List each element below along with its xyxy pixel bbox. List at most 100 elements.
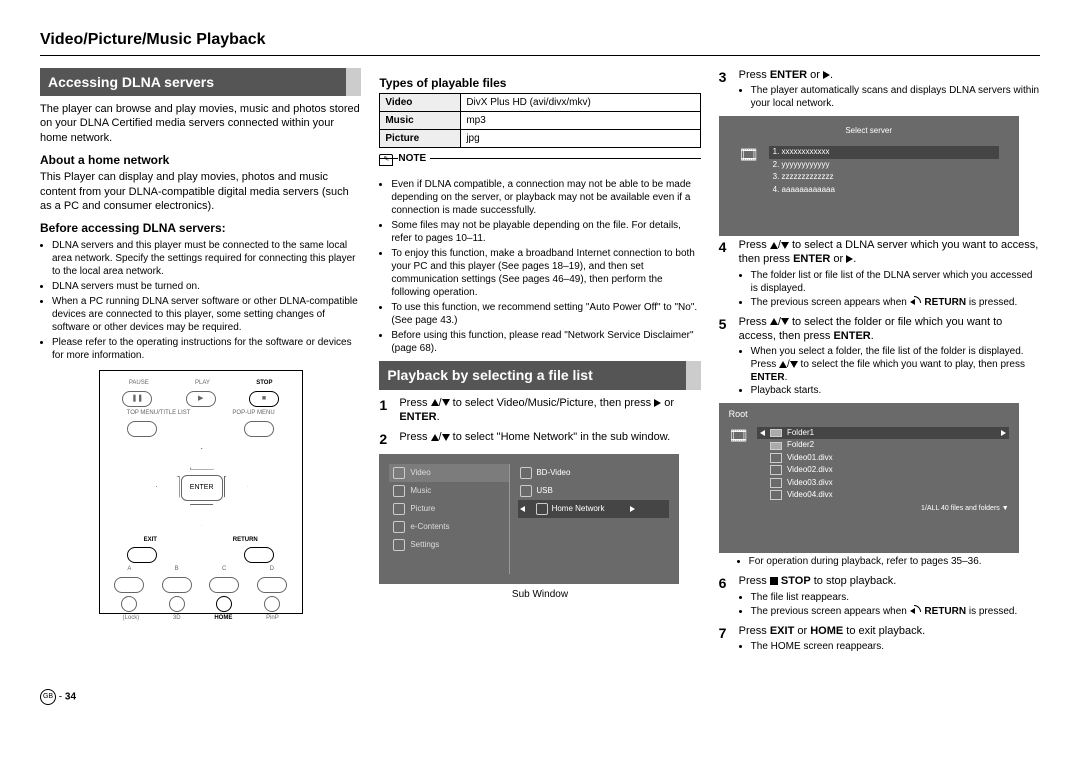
list-item: To enjoy this function, make a broadband… bbox=[391, 247, 700, 299]
exit-button bbox=[127, 547, 157, 563]
osd-item-music: Music bbox=[389, 482, 509, 500]
text: . bbox=[437, 411, 440, 423]
list-item: The HOME screen reappears. bbox=[751, 640, 1040, 653]
text: is pressed. bbox=[966, 606, 1017, 617]
list-item: The previous screen appears when RETURN … bbox=[751, 604, 1040, 618]
list-item: Before using this function, please read … bbox=[391, 329, 700, 355]
topmenu-button bbox=[127, 421, 157, 437]
note-list: Even if DLNA compatible, a connection ma… bbox=[379, 178, 700, 355]
down-arrow-icon bbox=[442, 399, 450, 406]
text: Video01.divx bbox=[787, 453, 833, 463]
lock-button bbox=[121, 596, 137, 612]
step-2: 2 Press / to select "Home Network" in th… bbox=[379, 430, 700, 448]
exit-text: EXIT bbox=[770, 625, 794, 637]
table-cell: Video bbox=[380, 94, 461, 112]
list-item: Playback starts. bbox=[751, 384, 1040, 397]
server-item: 1. xxxxxxxxxxxx bbox=[769, 146, 999, 158]
types-head: Types of playable files bbox=[379, 76, 700, 92]
file-icon bbox=[770, 490, 782, 500]
enter-text: ENTER bbox=[833, 330, 870, 342]
note-icon: ✎ bbox=[379, 154, 393, 166]
dpad: ENTER bbox=[146, 442, 256, 532]
table-cell: DivX Plus HD (avi/divx/mkv) bbox=[461, 94, 700, 112]
list-item: The folder list or file list of the DLNA… bbox=[751, 269, 1040, 295]
text: is pressed. bbox=[966, 297, 1017, 308]
osd-item-usb: USB bbox=[518, 482, 669, 500]
sub-window-caption: Sub Window bbox=[379, 588, 700, 601]
pause-button: ❚❚ bbox=[122, 391, 152, 407]
text: . bbox=[871, 330, 874, 342]
b-button bbox=[162, 577, 192, 593]
before-access-list: DLNA servers and this player must be con… bbox=[40, 239, 361, 362]
server-item: 4. aaaaaaaaaaaa bbox=[769, 184, 999, 196]
up-arrow-icon bbox=[431, 434, 439, 441]
picture-icon bbox=[393, 503, 405, 515]
lock-label: (Lock) bbox=[123, 615, 140, 623]
about-home-network-body: This Player can display and play movies,… bbox=[40, 170, 361, 213]
d-button bbox=[257, 577, 287, 593]
root-footer: 1/ALL 40 files and folders ▼ bbox=[757, 504, 1009, 513]
step-number: 7 bbox=[719, 624, 733, 653]
osd-title: Select server bbox=[729, 126, 1009, 136]
a-button bbox=[114, 577, 144, 593]
text: . bbox=[830, 69, 833, 81]
root-item: Folder1 bbox=[757, 427, 1009, 439]
intro-text: The player can browse and play movies, m… bbox=[40, 102, 361, 145]
text: e-Contents bbox=[410, 522, 449, 532]
text: The previous screen appears when bbox=[751, 606, 910, 617]
play-label: PLAY bbox=[195, 380, 210, 388]
text: to select Video/Music/Picture, then pres… bbox=[453, 397, 655, 409]
return-text: RETURN bbox=[924, 606, 966, 617]
list-item: To use this function, we recommend setti… bbox=[391, 301, 700, 327]
text: Press bbox=[739, 69, 770, 81]
3d-button bbox=[169, 596, 185, 612]
note-label: NOTE bbox=[398, 153, 430, 164]
topmenu-label: TOP MENU/TITLE LIST bbox=[127, 410, 191, 418]
home-button bbox=[216, 596, 232, 612]
list-item: DLNA servers and this player must be con… bbox=[52, 239, 361, 278]
text: The previous screen appears when bbox=[751, 297, 910, 308]
column-3: 3 Press ENTER or . The player automatica… bbox=[719, 68, 1040, 659]
root-item: Video01.divx bbox=[757, 452, 1009, 464]
file-icon bbox=[770, 465, 782, 475]
enter-text: ENTER bbox=[793, 253, 830, 265]
step-number: 4 bbox=[719, 238, 733, 309]
gb-icon: GB bbox=[40, 689, 56, 705]
step-4: 4 Press / to select a DLNA server which … bbox=[719, 238, 1040, 309]
pinp-button bbox=[264, 596, 280, 612]
text: Video03.divx bbox=[787, 478, 833, 488]
step-number: 3 bbox=[719, 68, 733, 110]
text: Music bbox=[410, 486, 431, 496]
down-arrow-icon bbox=[190, 504, 214, 526]
pinp-label: PinP bbox=[266, 615, 279, 623]
music-icon bbox=[393, 485, 405, 497]
step-body: Press ENTER or . The player automaticall… bbox=[739, 68, 1040, 110]
remote-illustration: PAUSE PLAY STOP ❚❚ ▶ ■ TOP MENU/TITLE LI… bbox=[99, 370, 303, 614]
server-list: 1. xxxxxxxxxxxx 2. yyyyyyyyyyyy 3. zzzzz… bbox=[769, 146, 999, 196]
step-number: 5 bbox=[719, 315, 733, 398]
text: to select "Home Network" in the sub wind… bbox=[453, 431, 671, 443]
column-2: Types of playable files VideoDivX Plus H… bbox=[379, 68, 700, 659]
page-header: Video/Picture/Music Playback bbox=[40, 30, 1040, 56]
page-number-value: 34 bbox=[65, 692, 76, 703]
osd-item-home-network: Home Network bbox=[518, 500, 669, 518]
popup-button bbox=[244, 421, 274, 437]
return-icon bbox=[910, 604, 922, 614]
osd-right-list: BD-Video USB Home Network bbox=[510, 464, 669, 574]
text: or bbox=[664, 397, 674, 409]
text: to select the file which you want to pla… bbox=[798, 359, 1025, 370]
section-accessing: Accessing DLNA servers bbox=[40, 68, 361, 96]
table-cell: Music bbox=[380, 112, 461, 130]
right-arrow-icon bbox=[654, 399, 661, 407]
list-item: The previous screen appears when RETURN … bbox=[751, 295, 1040, 309]
root-item: Folder2 bbox=[757, 439, 1009, 451]
settings-icon bbox=[393, 539, 405, 551]
list-item: DLNA servers must be turned on. bbox=[52, 280, 361, 293]
right-arrow-icon bbox=[1001, 430, 1006, 436]
stop-button: ■ bbox=[249, 391, 279, 407]
home-text: HOME bbox=[810, 625, 843, 637]
right-arrow-icon bbox=[224, 476, 248, 498]
text: or bbox=[807, 69, 823, 81]
root-list: Folder1 Folder2 Video01.divx Video02.div… bbox=[757, 427, 1009, 513]
b-label: B bbox=[175, 566, 179, 574]
